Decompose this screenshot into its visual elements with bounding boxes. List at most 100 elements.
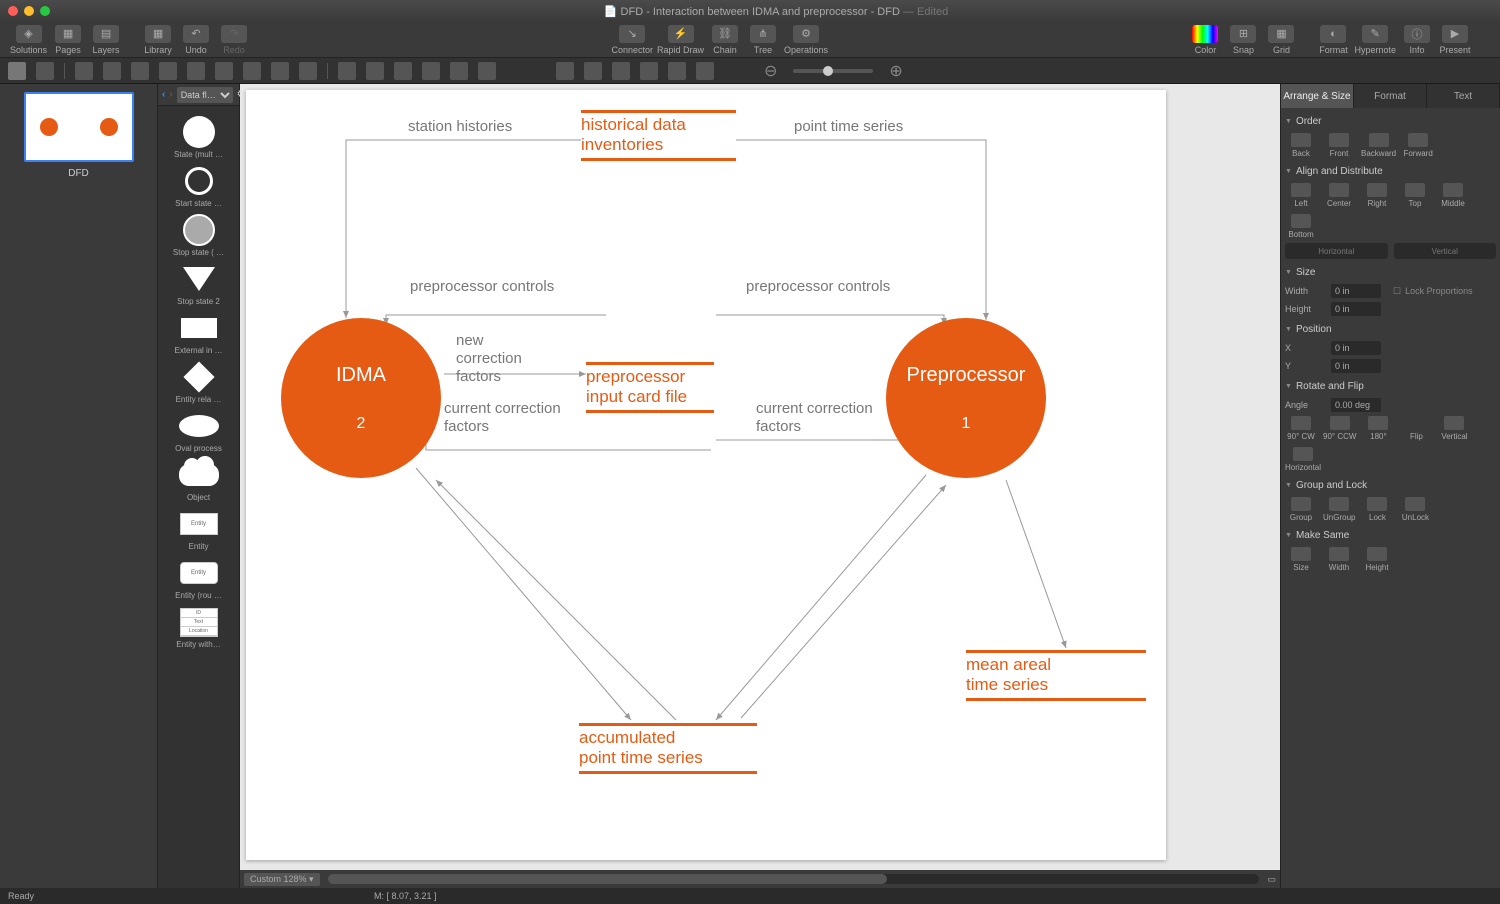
curve-tool-icon[interactable]: [299, 62, 317, 80]
align-bottom-button[interactable]: Bottom: [1285, 214, 1317, 239]
roundrect-tool-icon[interactable]: [103, 62, 121, 80]
camera-tool-icon[interactable]: [696, 62, 714, 80]
zoom-in-icon[interactable]: ⊕: [889, 61, 902, 81]
connector-button[interactable]: ↘Connector: [611, 25, 653, 55]
undo-button[interactable]: ↶Undo: [179, 25, 213, 55]
flip-horizontal-button[interactable]: Horizontal: [1285, 447, 1321, 472]
tree-button[interactable]: ⋔Tree: [746, 25, 780, 55]
same-width-button[interactable]: Width: [1323, 547, 1355, 572]
shape-start-state[interactable]: Start state …: [158, 165, 239, 208]
zoom-out-icon[interactable]: ⊖: [764, 61, 777, 81]
slice-tool-icon[interactable]: [668, 62, 686, 80]
maximize-icon[interactable]: [40, 6, 50, 16]
height-input[interactable]: 0 in: [1331, 302, 1381, 316]
eyedrop-tool-icon[interactable]: [612, 62, 630, 80]
same-size-button[interactable]: Size: [1285, 547, 1317, 572]
grid-button[interactable]: ▦Grid: [1264, 25, 1298, 55]
align-top-button[interactable]: Top: [1399, 183, 1431, 208]
format-button[interactable]: ◐Format: [1316, 25, 1350, 55]
snap-button[interactable]: ⊞Snap: [1226, 25, 1260, 55]
datastore-historical[interactable]: historical data inventories: [581, 110, 736, 161]
angle-input[interactable]: 0.00 deg: [1331, 398, 1381, 412]
tab-arrange-size[interactable]: Arrange & Size: [1281, 84, 1354, 108]
scroll-mode-icon[interactable]: ▭: [1267, 874, 1276, 885]
hypernote-button[interactable]: ✎Hypernote: [1354, 25, 1396, 55]
lock-proportions-checkbox[interactable]: ☐Lock Proportions: [1393, 286, 1473, 297]
page-thumbnail-1[interactable]: [24, 92, 134, 162]
shape-entity[interactable]: EntityEntity: [158, 508, 239, 551]
redo-button[interactable]: ↷Redo: [217, 25, 251, 55]
align-middle-button[interactable]: Middle: [1437, 183, 1469, 208]
flow-prep-controls-left[interactable]: preprocessor controls: [410, 278, 554, 296]
same-height-button[interactable]: Height: [1361, 547, 1393, 572]
process-preprocessor[interactable]: Preprocessor 1: [886, 318, 1046, 478]
flip-vertical-button[interactable]: Vertical: [1438, 416, 1470, 441]
rect-tool-icon[interactable]: [75, 62, 93, 80]
shape-entity-round[interactable]: EntityEntity (rou …: [158, 557, 239, 600]
flow-curr-correction-right[interactable]: current correction factors: [756, 400, 873, 436]
shape-entity-with[interactable]: IDTextLocationEntity with…: [158, 606, 239, 649]
flow-prep-controls-right[interactable]: preprocessor controls: [746, 278, 890, 296]
close-icon[interactable]: [8, 6, 18, 16]
rotate-180-button[interactable]: 180°: [1362, 416, 1394, 441]
pages-button[interactable]: ▦Pages: [51, 25, 85, 55]
textbox-tool-icon[interactable]: [159, 62, 177, 80]
nav-fwd-icon[interactable]: ›: [169, 89, 172, 100]
present-button[interactable]: ▶Present: [1438, 25, 1472, 55]
ellipse-tool-icon[interactable]: [131, 62, 149, 80]
align-left-button[interactable]: Left: [1285, 183, 1317, 208]
flow-new-correction[interactable]: new correction factors: [456, 332, 522, 386]
shape-state[interactable]: State (mult …: [158, 116, 239, 159]
horizontal-scrollbar[interactable]: [328, 874, 1260, 884]
width-input[interactable]: 0 in: [1331, 284, 1381, 298]
datastore-input-card[interactable]: preprocessor input card file: [586, 362, 714, 413]
distribute-horizontal[interactable]: Horizontal: [1285, 243, 1388, 259]
shape-entity-rel[interactable]: Entity rela …: [158, 361, 239, 404]
rapid-draw-button[interactable]: ⚡Rapid Draw: [657, 25, 704, 55]
shape-object[interactable]: Object: [158, 459, 239, 502]
pen-tool-icon[interactable]: [366, 62, 384, 80]
rotate-90cw-button[interactable]: 90° CW: [1285, 416, 1317, 441]
zoom-tool-icon[interactable]: [556, 62, 574, 80]
flow-station-histories[interactable]: station histories: [408, 118, 512, 136]
hand-tool-icon[interactable]: [584, 62, 602, 80]
shape-external[interactable]: External in …: [158, 312, 239, 355]
shape-oval-process[interactable]: Oval process: [158, 410, 239, 453]
align-center-button[interactable]: Center: [1323, 183, 1355, 208]
rotate-90ccw-button[interactable]: 90° CCW: [1323, 416, 1356, 441]
operations-button[interactable]: ⚙Operations: [784, 25, 828, 55]
shape-stop-state[interactable]: Stop state ( …: [158, 214, 239, 257]
y-input[interactable]: 0 in: [1331, 359, 1381, 373]
info-button[interactable]: ⓘInfo: [1400, 25, 1434, 55]
library-select[interactable]: Data fl…: [177, 87, 233, 103]
zoom-slider[interactable]: [793, 69, 873, 73]
arc-tool-icon[interactable]: [271, 62, 289, 80]
text-tool-icon[interactable]: [36, 62, 54, 80]
group-button[interactable]: Group: [1285, 497, 1317, 522]
canvas-scroll[interactable]: IDMA 2 Preprocessor 1 historical data in…: [240, 84, 1280, 870]
pointer-tool-icon[interactable]: [8, 62, 26, 80]
library-button[interactable]: ▦Library: [141, 25, 175, 55]
tab-format[interactable]: Format: [1354, 84, 1427, 108]
flow-point-time-series[interactable]: point time series: [794, 118, 903, 136]
flow-curr-correction-left[interactable]: current correction factors: [444, 400, 561, 436]
crop-tool-icon[interactable]: [640, 62, 658, 80]
unlock-button[interactable]: UnLock: [1399, 497, 1431, 522]
table-tool-icon[interactable]: [478, 62, 496, 80]
misc-tool-icon[interactable]: [450, 62, 468, 80]
tab-text[interactable]: Text: [1427, 84, 1500, 108]
callout-tool-icon[interactable]: [215, 62, 233, 80]
color-button[interactable]: Color: [1188, 25, 1222, 55]
layers-button[interactable]: ▤Layers: [89, 25, 123, 55]
align-right-button[interactable]: Right: [1361, 183, 1393, 208]
x-input[interactable]: 0 in: [1331, 341, 1381, 355]
measure-tool-icon[interactable]: [422, 62, 440, 80]
chain-button[interactable]: ⛓Chain: [708, 25, 742, 55]
window-controls[interactable]: [8, 6, 50, 16]
lock-button[interactable]: Lock: [1361, 497, 1393, 522]
canvas[interactable]: IDMA 2 Preprocessor 1 historical data in…: [246, 90, 1166, 860]
connector-tool-icon[interactable]: [394, 62, 412, 80]
brush-tool-icon[interactable]: [338, 62, 356, 80]
order-forward-button[interactable]: Forward: [1402, 133, 1434, 158]
shape-stop-state-2[interactable]: Stop state 2: [158, 263, 239, 306]
